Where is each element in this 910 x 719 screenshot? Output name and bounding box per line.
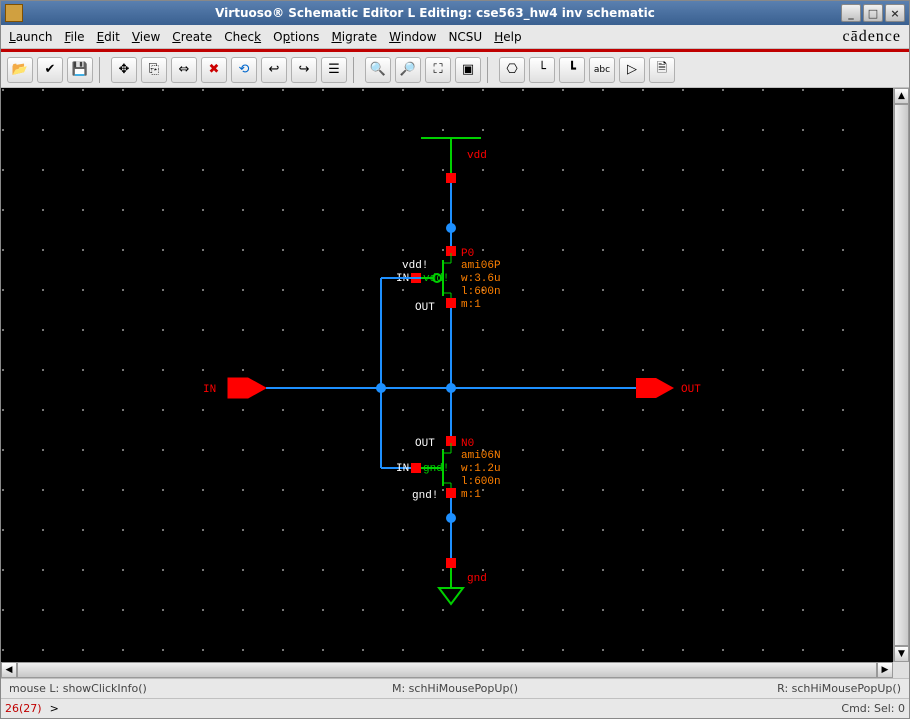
wire-button[interactable]: └ <box>529 57 555 83</box>
pmos-m: m:1 <box>461 299 481 311</box>
menubar: Launch File Edit View Create Check Optio… <box>1 25 909 49</box>
scroll-right-button[interactable]: ▶ <box>877 662 893 678</box>
menu-window[interactable]: Window <box>389 30 436 44</box>
nmos-source-label: gnd! <box>412 490 438 502</box>
window-buttons: _ □ × <box>841 4 905 22</box>
menu-ncsu[interactable]: NCSU <box>448 30 482 44</box>
label-button[interactable]: abc <box>589 57 615 83</box>
open-button[interactable]: 📂 <box>7 57 33 83</box>
maximize-button[interactable]: □ <box>863 4 883 22</box>
move-button[interactable]: ✥ <box>111 57 137 83</box>
in-pin-label: IN <box>203 384 216 396</box>
zoom-sel-button[interactable]: ▣ <box>455 57 481 83</box>
hscroll-row: ◀ ▶ <box>1 662 909 678</box>
toolbar-separator <box>99 57 105 83</box>
menu-view[interactable]: View <box>132 30 160 44</box>
nmos-w: w:1.2u <box>461 463 501 475</box>
nmos-drain-label: OUT <box>415 438 435 450</box>
toolbar: 📂 ✔ 💾 ✥ ⎘ ⇔ ✖ ⟲ ↩ ↪ ☰ 🔍 🔎 ⛶ ▣ ⎔ └ ┗ abc … <box>1 52 909 88</box>
horizontal-scrollbar[interactable]: ◀ ▶ <box>1 662 893 678</box>
mouse-right-info: R: schHiMousePopUp() <box>777 682 901 695</box>
zoom-fit-button[interactable]: ⛶ <box>425 57 451 83</box>
scroll-up-button[interactable]: ▲ <box>894 88 909 104</box>
delete-button[interactable]: ✖ <box>201 57 227 83</box>
mouse-middle-info: M: schHiMousePopUp() <box>392 682 518 695</box>
titlebar: Virtuoso® Schematic Editor L Editing: cs… <box>1 1 909 25</box>
pin-vdd-conn <box>446 173 456 183</box>
nmos-gate-label: IN <box>396 463 409 475</box>
menu-migrate[interactable]: Migrate <box>331 30 377 44</box>
schematic-canvas[interactable]: vdd P0 ami06P vdd! IN vdd! <box>1 88 893 662</box>
note-button[interactable]: 🗎 <box>649 57 675 83</box>
menu-create[interactable]: Create <box>172 30 212 44</box>
vertical-scrollbar[interactable]: ▲ ▼ <box>893 88 909 662</box>
pmos-w: w:3.6u <box>461 273 501 285</box>
pmos-drain-label: vdd! <box>402 260 428 272</box>
vdd-label: vdd <box>467 150 487 162</box>
undo-button[interactable]: ⟲ <box>231 57 257 83</box>
redo-button[interactable]: ↩ <box>261 57 287 83</box>
mouse-left-info: mouse L: showClickInfo() <box>9 682 147 695</box>
toolbar-separator <box>353 57 359 83</box>
menu-help[interactable]: Help <box>494 30 521 44</box>
instance-button[interactable]: ⎔ <box>499 57 525 83</box>
properties-button[interactable]: ☰ <box>321 57 347 83</box>
pmos-name: P0 <box>461 248 474 260</box>
canvas-wrap: vdd P0 ami06P vdd! IN vdd! <box>1 88 909 662</box>
menu-options[interactable]: Options <box>273 30 319 44</box>
nmos-lib: ami06N <box>461 450 501 462</box>
cmd-sel-info: Cmd: Sel: 0 <box>841 702 905 715</box>
gnd-label: gnd <box>467 573 487 585</box>
minimize-button[interactable]: _ <box>841 4 861 22</box>
menu-edit[interactable]: Edit <box>97 30 120 44</box>
pin-button[interactable]: ▷ <box>619 57 645 83</box>
stretch-button[interactable]: ⇔ <box>171 57 197 83</box>
brand-logo: cādence <box>842 28 901 46</box>
close-button[interactable]: × <box>885 4 905 22</box>
check-button[interactable]: ✔ <box>37 57 63 83</box>
pmos-l: l:600n <box>461 286 501 298</box>
scroll-left-button[interactable]: ◀ <box>1 662 17 678</box>
toolbar-separator <box>487 57 493 83</box>
pmos-source-label: OUT <box>415 302 435 314</box>
nmos-m: m:1 <box>461 489 481 501</box>
menu-check[interactable]: Check <box>224 30 261 44</box>
out-pin-label: OUT <box>681 384 701 396</box>
scrollbar-corner <box>893 662 909 678</box>
menu-launch[interactable]: Launch <box>9 30 52 44</box>
menu-file[interactable]: File <box>64 30 84 44</box>
coordinates: 26(27) <box>5 702 42 715</box>
zoom-out-button[interactable]: 🔎 <box>395 57 421 83</box>
nmos-l: l:600n <box>461 476 501 488</box>
copy-button[interactable]: ⎘ <box>141 57 167 83</box>
mouse-status-bar: mouse L: showClickInfo() M: schHiMousePo… <box>1 678 909 698</box>
scroll-down-button[interactable]: ▼ <box>894 646 909 662</box>
nmos-name: N0 <box>461 438 474 450</box>
save-button[interactable]: 💾 <box>67 57 93 83</box>
zoom-in-button[interactable]: 🔍 <box>365 57 391 83</box>
command-prompt[interactable]: > <box>50 702 834 715</box>
pmos-lib: ami06P <box>461 260 501 272</box>
app-icon <box>5 4 23 22</box>
wide-wire-button[interactable]: ┗ <box>559 57 585 83</box>
repeat-button[interactable]: ↪ <box>291 57 317 83</box>
main-window: Virtuoso® Schematic Editor L Editing: cs… <box>0 0 910 719</box>
command-status-bar: 26(27) > Cmd: Sel: 0 <box>1 698 909 718</box>
window-title: Virtuoso® Schematic Editor L Editing: cs… <box>29 6 841 20</box>
